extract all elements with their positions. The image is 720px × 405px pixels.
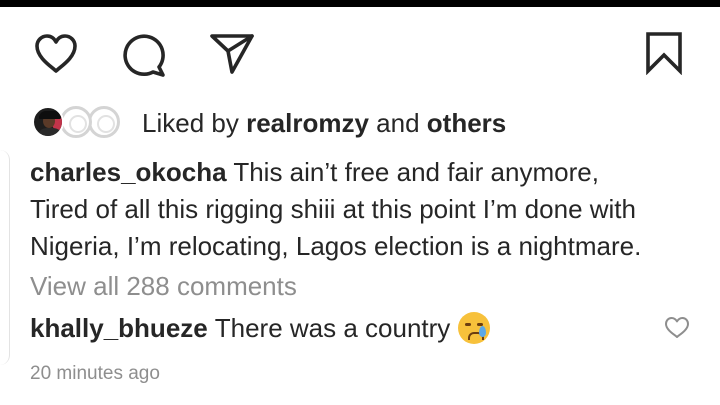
bookmark-icon[interactable] xyxy=(644,31,684,75)
likes-summary[interactable]: Liked by realromzy and others xyxy=(32,101,506,145)
comment-username[interactable]: khally_bhueze xyxy=(30,313,208,344)
status-bar-edge xyxy=(0,0,720,7)
caption-text-line2: Tired of all this rigging shiii at this … xyxy=(30,194,636,224)
likes-connector: and xyxy=(376,107,420,138)
caption-username[interactable]: charles_okocha xyxy=(30,157,227,187)
likes-prefix: Liked by xyxy=(142,107,239,138)
comment-heart-icon[interactable] xyxy=(664,316,690,340)
likes-others-link[interactable]: others xyxy=(427,108,506,138)
avatar[interactable] xyxy=(32,106,64,138)
crying-face-emoji xyxy=(458,312,491,344)
post-caption: charles_okocha This ain’t free and fair … xyxy=(30,154,710,265)
comment-row: khally_bhueze There was a country xyxy=(30,312,491,344)
card-edge-divider xyxy=(0,150,10,365)
avatar-placeholder[interactable] xyxy=(88,106,120,138)
caption-text-line1: This ain’t free and fair anymore, xyxy=(233,157,599,187)
avatar-placeholder[interactable] xyxy=(60,106,92,138)
heart-icon[interactable] xyxy=(33,33,79,75)
liker-avatars[interactable] xyxy=(32,103,132,143)
paper-plane-icon[interactable] xyxy=(209,33,255,75)
post-timestamp: 20 minutes ago xyxy=(30,363,160,384)
comment-bubble-icon[interactable] xyxy=(121,33,169,79)
comment-text: There was a country xyxy=(214,312,451,343)
view-all-comments-link[interactable]: View all 288 comments xyxy=(30,271,297,302)
likes-text[interactable]: Liked by realromzy and others xyxy=(142,108,506,139)
caption-text-line3: Nigeria, I’m relocating, Lagos election … xyxy=(30,231,642,261)
liker-username[interactable]: realromzy xyxy=(246,108,369,138)
